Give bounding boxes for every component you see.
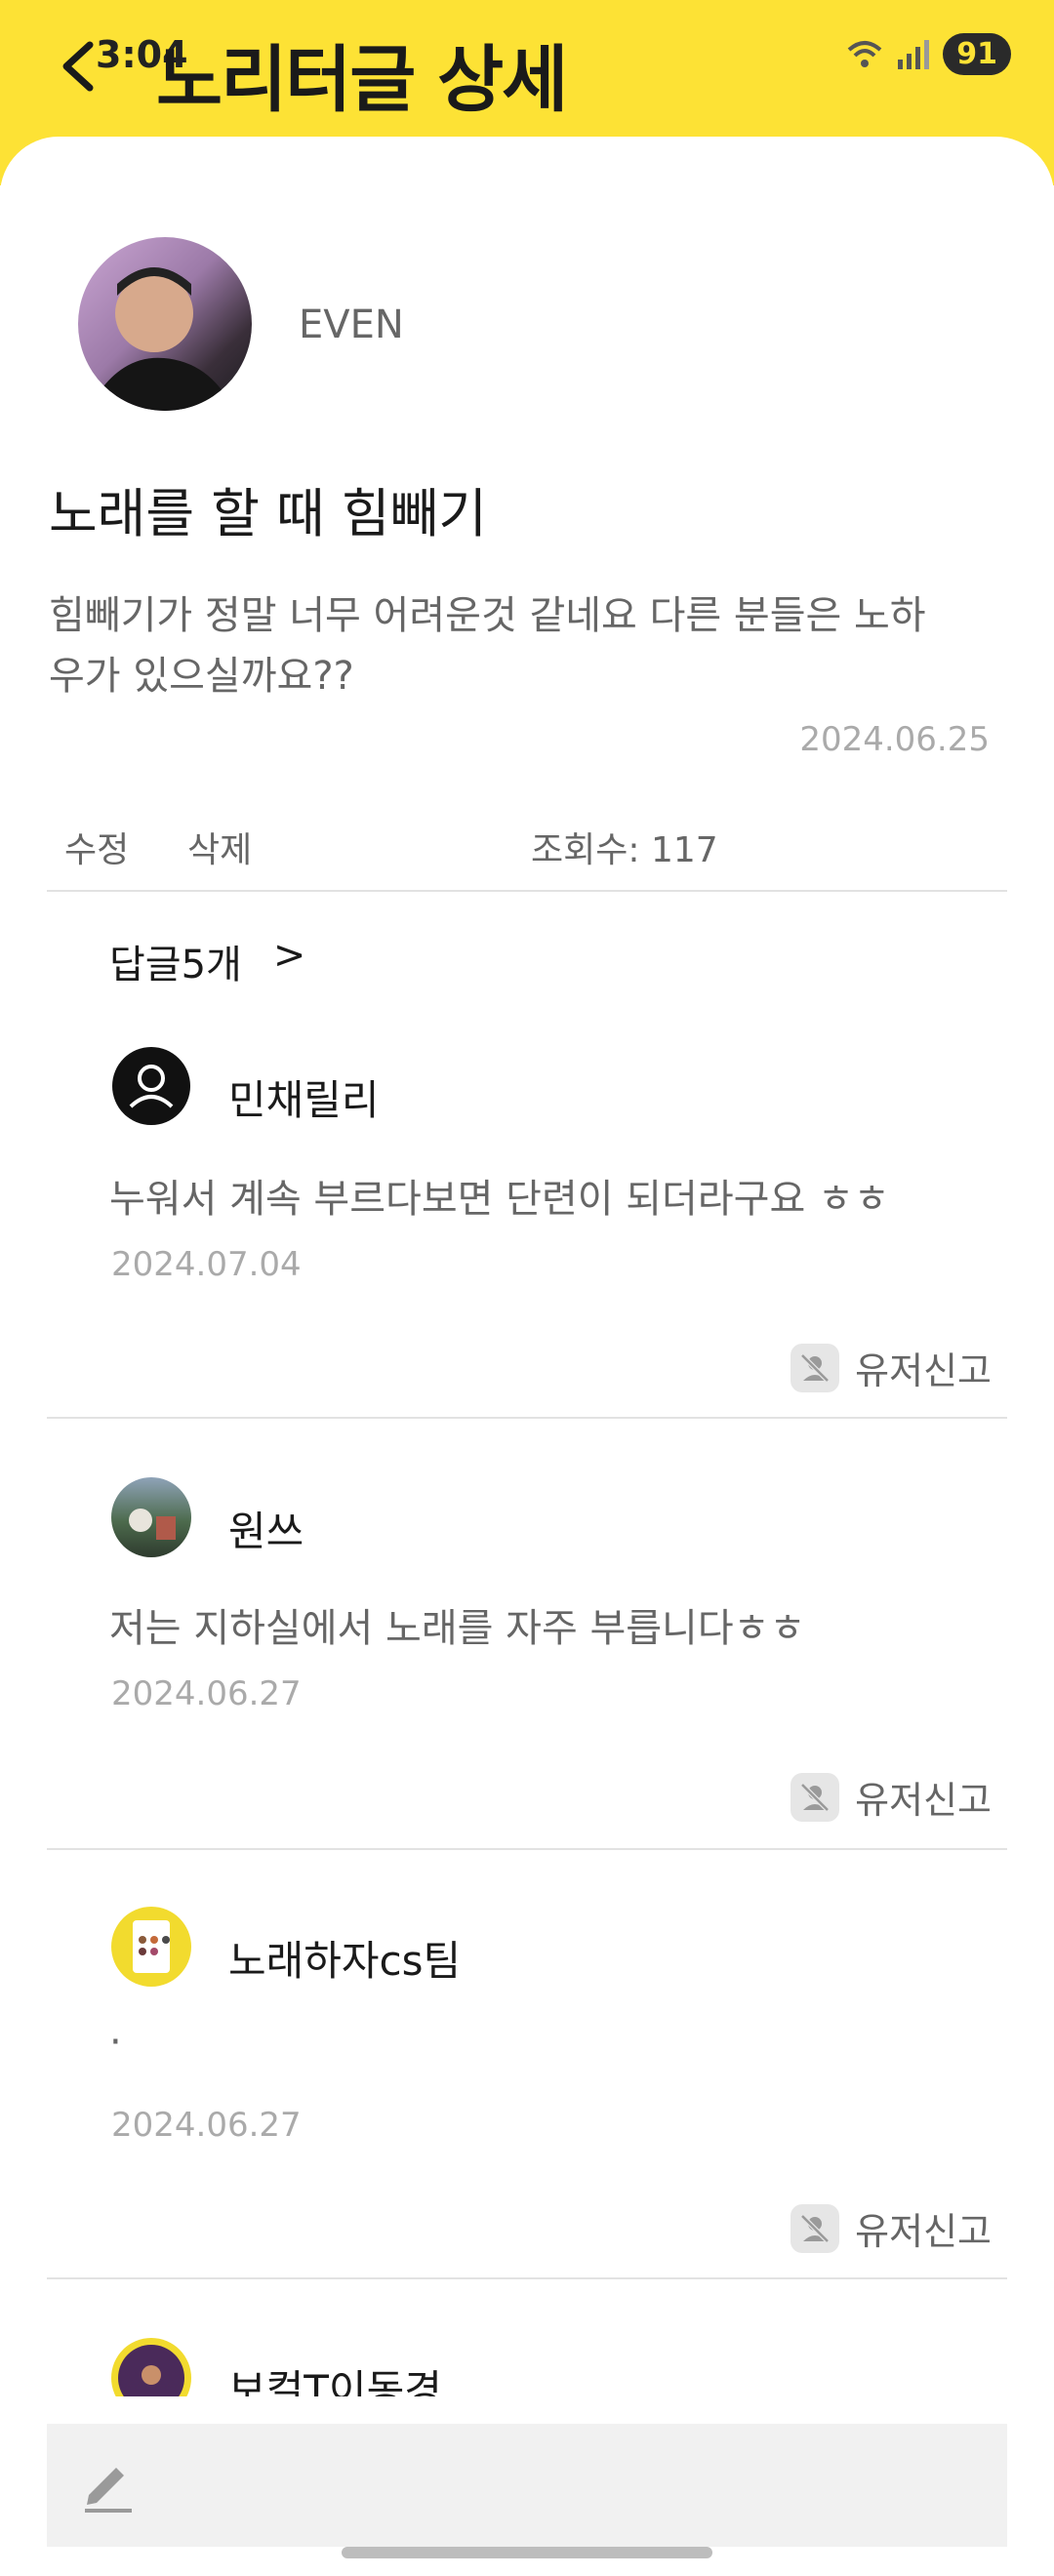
author-avatar[interactable] [78,237,252,411]
author-name[interactable]: EVEN [299,302,404,347]
pencil-icon [85,2468,132,2513]
home-indicator [342,2547,712,2558]
comment-date: 2024.07.04 [111,1245,302,1284]
divider [47,2277,1007,2279]
page-title: 노리터글 상세 [156,38,568,122]
post-title: 노래를 할 때 힘빼기 [49,483,487,544]
report-user-label: 유저신고 [855,1779,992,1822]
report-user-icon [790,1343,840,1392]
report-user-button[interactable]: 유저신고 [790,1341,992,1394]
report-user-label: 유저신고 [855,1349,992,1392]
comment-date: 2024.06.27 [111,2106,302,2145]
battery-badge: 91 [943,33,1011,75]
comment-avatar-photo [133,1920,170,1973]
author-photo [88,267,234,411]
write-button[interactable] [76,2453,141,2517]
report-user-icon [790,1772,840,1822]
comment-avatar[interactable] [111,1046,191,1126]
reply-count-label: 답글5개 [109,943,242,987]
comment-input-bar[interactable] [47,2424,1007,2547]
divider [47,1848,1007,1850]
wifi-icon [847,40,882,67]
comment-text: 누워서 계속 부르다보면 단련이 되더라구요 ㅎㅎ [109,1177,890,1222]
comment-author[interactable]: 노래하자cs팀 [228,1928,461,1988]
comment-avatar[interactable] [111,1907,191,1987]
chevron-right-icon: > [272,933,306,978]
delete-button[interactable]: 삭제 [187,822,252,872]
comment-clip: 보컬T이동경 [0,2322,1054,2396]
comment-author[interactable]: 민채릴리 [228,1067,380,1127]
user-icon [112,1047,190,1125]
comment-avatar[interactable] [111,1477,191,1557]
edit-button[interactable]: 수정 [64,822,129,872]
report-user-button[interactable]: 유저신고 [790,1770,992,1824]
report-user-label: 유저신고 [855,2210,992,2253]
reply-count-button[interactable]: 답글5개 > [109,933,305,989]
divider [47,1417,1007,1419]
report-user-icon [790,2203,840,2253]
divider [47,890,1007,892]
comment-text: · [109,2020,122,2065]
report-user-button[interactable]: 유저신고 [790,2201,992,2255]
comment-author[interactable]: 원쓰 [228,1499,304,1558]
view-count-label: 조회수: [531,830,640,870]
comment-avatar-photo [129,1509,176,1540]
back-arrow-icon [62,41,94,92]
post-date: 2024.06.25 [799,720,990,759]
comment-avatar-photo [118,2345,184,2396]
view-count: 조회수: 117 [531,822,718,872]
post-body: 힘빼기가 정말 너무 어려운것 같네요 다른 분들은 노하우가 있으실까요?? [49,593,926,699]
comment-avatar[interactable] [111,2338,191,2396]
signal-icon [898,39,930,69]
comment-author[interactable]: 보컬T이동경 [228,2357,442,2396]
status-icons: 91 [845,33,1011,75]
comment-text: 저는 지하실에서 노래를 자주 부릅니다ㅎㅎ [109,1606,806,1651]
view-count-value: 117 [650,830,718,870]
comment-date: 2024.06.27 [111,1674,302,1713]
